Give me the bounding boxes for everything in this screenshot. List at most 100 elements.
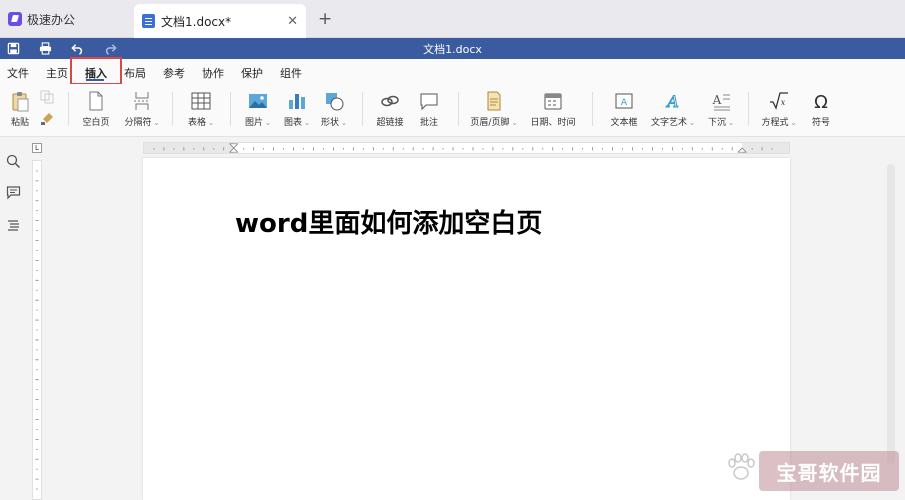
- app-name: 极速办公: [27, 12, 76, 27]
- watermark-text: 宝哥软件园: [776, 460, 882, 485]
- calendar-icon: [544, 93, 562, 110]
- page-break-caret-icon: ⌄: [151, 119, 160, 127]
- menu-collaborate[interactable]: 协作: [202, 65, 224, 81]
- ribbon-separator: [748, 92, 749, 126]
- window-title: 文档1.docx: [423, 43, 482, 56]
- svg-text:A: A: [621, 98, 628, 108]
- document-tab[interactable]: 文档1.docx* ✕: [134, 4, 306, 38]
- paste-label: 粘贴: [10, 118, 29, 128]
- equation-label: 方程式: [761, 118, 789, 128]
- svg-text:A: A: [665, 92, 679, 111]
- left-sidebar: [0, 137, 28, 500]
- new-tab-icon[interactable]: +: [318, 9, 332, 29]
- paste-button[interactable]: 粘贴: [6, 90, 34, 128]
- paw-watermark-icon: [728, 453, 755, 480]
- menu-layout[interactable]: 布局: [124, 65, 146, 81]
- document-page[interactable]: word里面如何添加空白页: [143, 158, 790, 500]
- menu-protect[interactable]: 保护: [241, 65, 263, 81]
- word-app: 极速办公 文档1.docx* ✕ + 文档1.docx 文件 主页 插入 布局 …: [0, 0, 905, 500]
- page-break-button[interactable]: 分隔符 ⌄: [121, 90, 163, 128]
- ribbon-separator: [592, 92, 593, 126]
- drop-cap-button[interactable]: A 下沉 ⌄: [704, 90, 738, 128]
- table-label: 表格: [187, 118, 206, 128]
- picture-button[interactable]: 图片 ⌄: [241, 90, 275, 128]
- page-break-label: 分隔符: [124, 118, 152, 128]
- chart-button[interactable]: 图表 ⌄: [280, 90, 314, 128]
- equation-caret-icon: ⌄: [788, 119, 797, 127]
- menu-home[interactable]: 主页: [46, 65, 68, 81]
- menu-file[interactable]: 文件: [7, 65, 29, 81]
- word-art-button[interactable]: A 文字艺术 ⌄: [648, 90, 698, 129]
- comment-panel-icon[interactable]: [6, 185, 21, 200]
- shape-caret-icon: ⌄: [338, 119, 348, 127]
- tab-stop-selector[interactable]: L: [32, 143, 42, 153]
- equation-icon: x: [770, 92, 788, 110]
- ribbon-separator: [458, 92, 459, 126]
- chart-caret-icon: ⌄: [301, 119, 311, 127]
- document-tab-label: 文档1.docx*: [161, 14, 232, 29]
- equation-button[interactable]: x 方程式 ⌄: [759, 90, 799, 128]
- close-tab-icon[interactable]: ✕: [287, 14, 298, 29]
- drop-cap-caret-icon: ⌄: [725, 119, 735, 127]
- svg-text:A: A: [712, 93, 722, 107]
- menu-references[interactable]: 参考: [163, 65, 185, 81]
- omega-icon: Ω: [814, 92, 828, 112]
- hyperlink-button[interactable]: 超链接: [373, 90, 407, 128]
- navigation-icon[interactable]: [6, 218, 21, 233]
- tab-bar: 极速办公 文档1.docx* ✕ +: [0, 0, 905, 38]
- shape-icon: [326, 93, 344, 111]
- app-home-tab[interactable]: 极速办公: [0, 0, 130, 38]
- blank-page-icon: [89, 91, 103, 111]
- site-watermark: 宝哥软件园: [759, 451, 899, 491]
- symbol-button[interactable]: Ω 符号: [806, 90, 836, 128]
- document-heading[interactable]: word里面如何添加空白页: [235, 203, 542, 240]
- menu-bar: 文件 主页 插入 布局 参考 协作 保护 组件: [0, 59, 905, 84]
- scrollbar-thumb[interactable]: [887, 164, 895, 464]
- insert-highlight-box: [70, 57, 122, 85]
- ribbon-separator: [68, 92, 69, 126]
- picture-caret-icon: ⌄: [262, 119, 272, 127]
- text-box-button[interactable]: A 文本框: [607, 90, 641, 128]
- symbol-label: 符号: [811, 118, 830, 128]
- date-time-button[interactable]: 日期、时间: [528, 90, 578, 128]
- shape-label: 形状: [320, 118, 339, 128]
- text-box-label: 文本框: [610, 118, 638, 128]
- clipboard-icon: [12, 92, 29, 112]
- menu-components[interactable]: 组件: [280, 65, 302, 81]
- chart-icon: [289, 94, 305, 109]
- header-footer-button[interactable]: 页眉/页脚 ⌄: [470, 90, 518, 128]
- svg-text:x: x: [781, 98, 786, 107]
- svg-text:Ω: Ω: [814, 92, 828, 112]
- header-footer-icon: [487, 91, 501, 111]
- shape-button[interactable]: 形状 ⌄: [317, 90, 351, 128]
- blank-page-label: 空白页: [82, 118, 110, 128]
- ribbon-separator: [172, 92, 173, 126]
- drop-cap-icon: A: [712, 93, 730, 111]
- picture-icon: [249, 94, 267, 108]
- blank-page-button[interactable]: 空白页: [79, 90, 113, 128]
- format-painter-icon[interactable]: [40, 112, 54, 126]
- drop-cap-label: 下沉: [707, 118, 726, 128]
- ribbon-toolbar: 粘贴 空白页 分隔符 ⌄ 表格 ⌄ 图片 ⌄ 图表 ⌄ 形状 ⌄ 超链接 批注 …: [0, 84, 905, 137]
- document-icon: [142, 14, 155, 28]
- header-footer-caret-icon: ⌄: [509, 119, 518, 127]
- word-art-icon: A: [665, 92, 680, 112]
- table-icon: [191, 92, 211, 110]
- picture-label: 图片: [244, 118, 263, 128]
- word-art-caret-icon: ⌄: [686, 119, 696, 127]
- rocket-logo-icon: [8, 12, 22, 26]
- table-caret-icon: ⌄: [205, 119, 215, 127]
- vertical-ruler[interactable]: [32, 160, 42, 500]
- word-art-label: 文字艺术: [650, 118, 687, 128]
- ribbon-separator: [230, 92, 231, 126]
- vertical-scrollbar[interactable]: [884, 160, 898, 500]
- horizontal-ruler[interactable]: [143, 142, 790, 154]
- text-box-icon: A: [615, 93, 633, 109]
- comment-icon: [420, 93, 438, 111]
- comment-button[interactable]: 批注: [414, 90, 444, 128]
- search-icon[interactable]: [6, 154, 21, 169]
- header-footer-label: 页眉/页脚: [470, 118, 510, 128]
- copy-icon[interactable]: [40, 90, 54, 104]
- table-button[interactable]: 表格 ⌄: [184, 90, 218, 128]
- title-bar: 文档1.docx: [0, 38, 905, 59]
